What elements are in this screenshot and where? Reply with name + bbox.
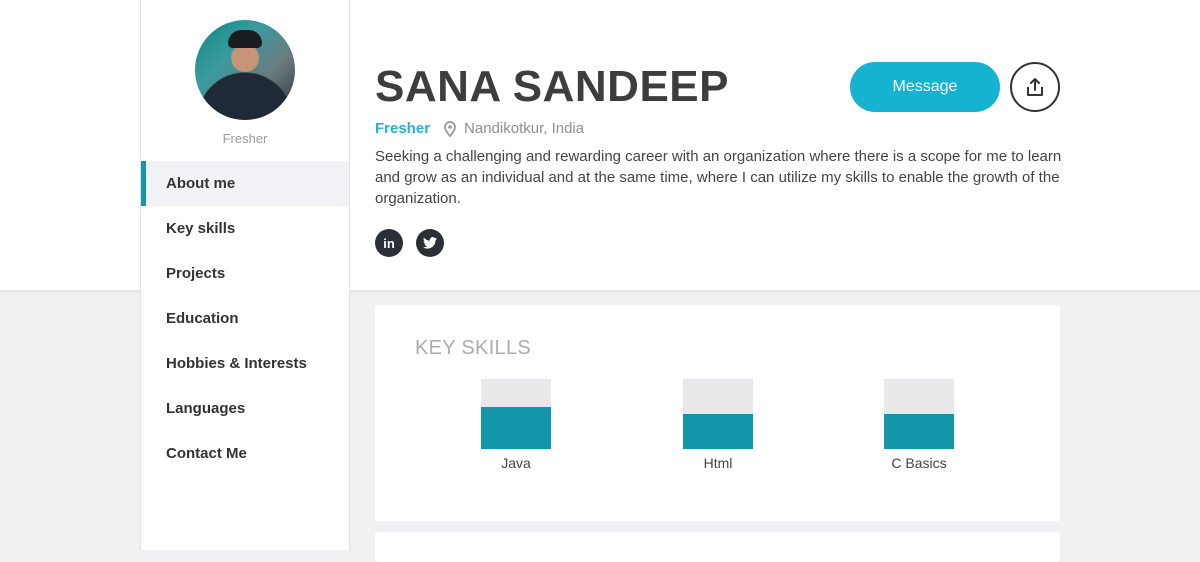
message-button[interactable]: Message <box>850 62 1000 112</box>
profile-name: SANA SANDEEP <box>375 62 729 111</box>
linkedin-icon[interactable]: in <box>375 229 403 257</box>
avatar <box>195 20 295 120</box>
key-skills-card: KEY SKILLS Java Html C Basics <box>375 305 1060 521</box>
twitter-icon[interactable] <box>416 229 444 257</box>
sidebar-item-hobbies[interactable]: Hobbies & Interests <box>141 341 349 386</box>
location-pin-icon <box>443 120 457 137</box>
skill-bar-fill <box>481 407 551 449</box>
skill-label: Java <box>501 455 531 471</box>
sidebar-item-projects[interactable]: Projects <box>141 251 349 296</box>
share-button[interactable] <box>1010 62 1060 112</box>
skill-html: Html <box>683 379 753 471</box>
skill-label: Html <box>703 455 733 471</box>
skill-bar-track <box>481 379 551 449</box>
share-icon <box>1027 78 1043 96</box>
sidebar-item-key-skills[interactable]: Key skills <box>141 206 349 251</box>
sidebar: Fresher About me Key skills Projects Edu… <box>140 0 350 550</box>
sidebar-item-contact[interactable]: Contact Me <box>141 431 349 476</box>
skill-bar-fill <box>884 414 954 449</box>
skill-c-basics: C Basics <box>884 379 954 471</box>
next-section-card <box>375 532 1060 562</box>
skill-label: C Basics <box>891 455 947 471</box>
profile-bio: Seeking a challenging and rewarding care… <box>375 148 1062 207</box>
skill-bar-track <box>683 379 753 449</box>
sidebar-item-about-me[interactable]: About me <box>141 161 349 206</box>
key-skills-title: KEY SKILLS <box>415 337 532 359</box>
sidebar-item-education[interactable]: Education <box>141 296 349 341</box>
sidebar-item-languages[interactable]: Languages <box>141 386 349 431</box>
skill-bar-fill <box>683 414 753 449</box>
profile-meta: Fresher Nandikotkur, India <box>375 120 584 137</box>
skill-java: Java <box>481 379 551 471</box>
sidebar-nav: About me Key skills Projects Education H… <box>141 161 349 476</box>
status-badge: Fresher <box>375 120 431 137</box>
avatar-caption: Fresher <box>222 131 268 146</box>
location-text: Nandikotkur, India <box>464 120 585 137</box>
skill-bar-track <box>884 379 954 449</box>
